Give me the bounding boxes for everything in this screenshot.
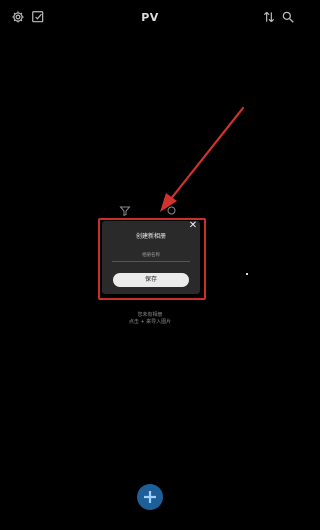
sort-icon[interactable] xyxy=(262,10,276,24)
save-button[interactable]: 保存 xyxy=(113,273,189,287)
empty-album-hint: 您未有相册 点击 + 来导入图片 xyxy=(0,312,300,326)
dot xyxy=(246,273,248,275)
close-icon[interactable]: ✕ xyxy=(188,221,198,231)
search-icon xyxy=(166,205,178,217)
top-bar: PV xyxy=(0,0,300,36)
create-album-dialog: ✕ 创建新相册 保存 xyxy=(102,221,200,294)
page-title: PV xyxy=(141,11,159,24)
search-icon[interactable] xyxy=(281,10,295,24)
album-name-input[interactable] xyxy=(112,249,190,262)
empty-hint-line-1: 您未有相册 xyxy=(137,312,163,318)
dialog-title: 创建新相册 xyxy=(135,233,166,240)
filter-icon xyxy=(119,205,131,217)
empty-hint-line-2: 点击 + 来导入图片 xyxy=(128,319,172,325)
plus-icon xyxy=(137,484,163,510)
add-album-button[interactable] xyxy=(137,484,163,510)
